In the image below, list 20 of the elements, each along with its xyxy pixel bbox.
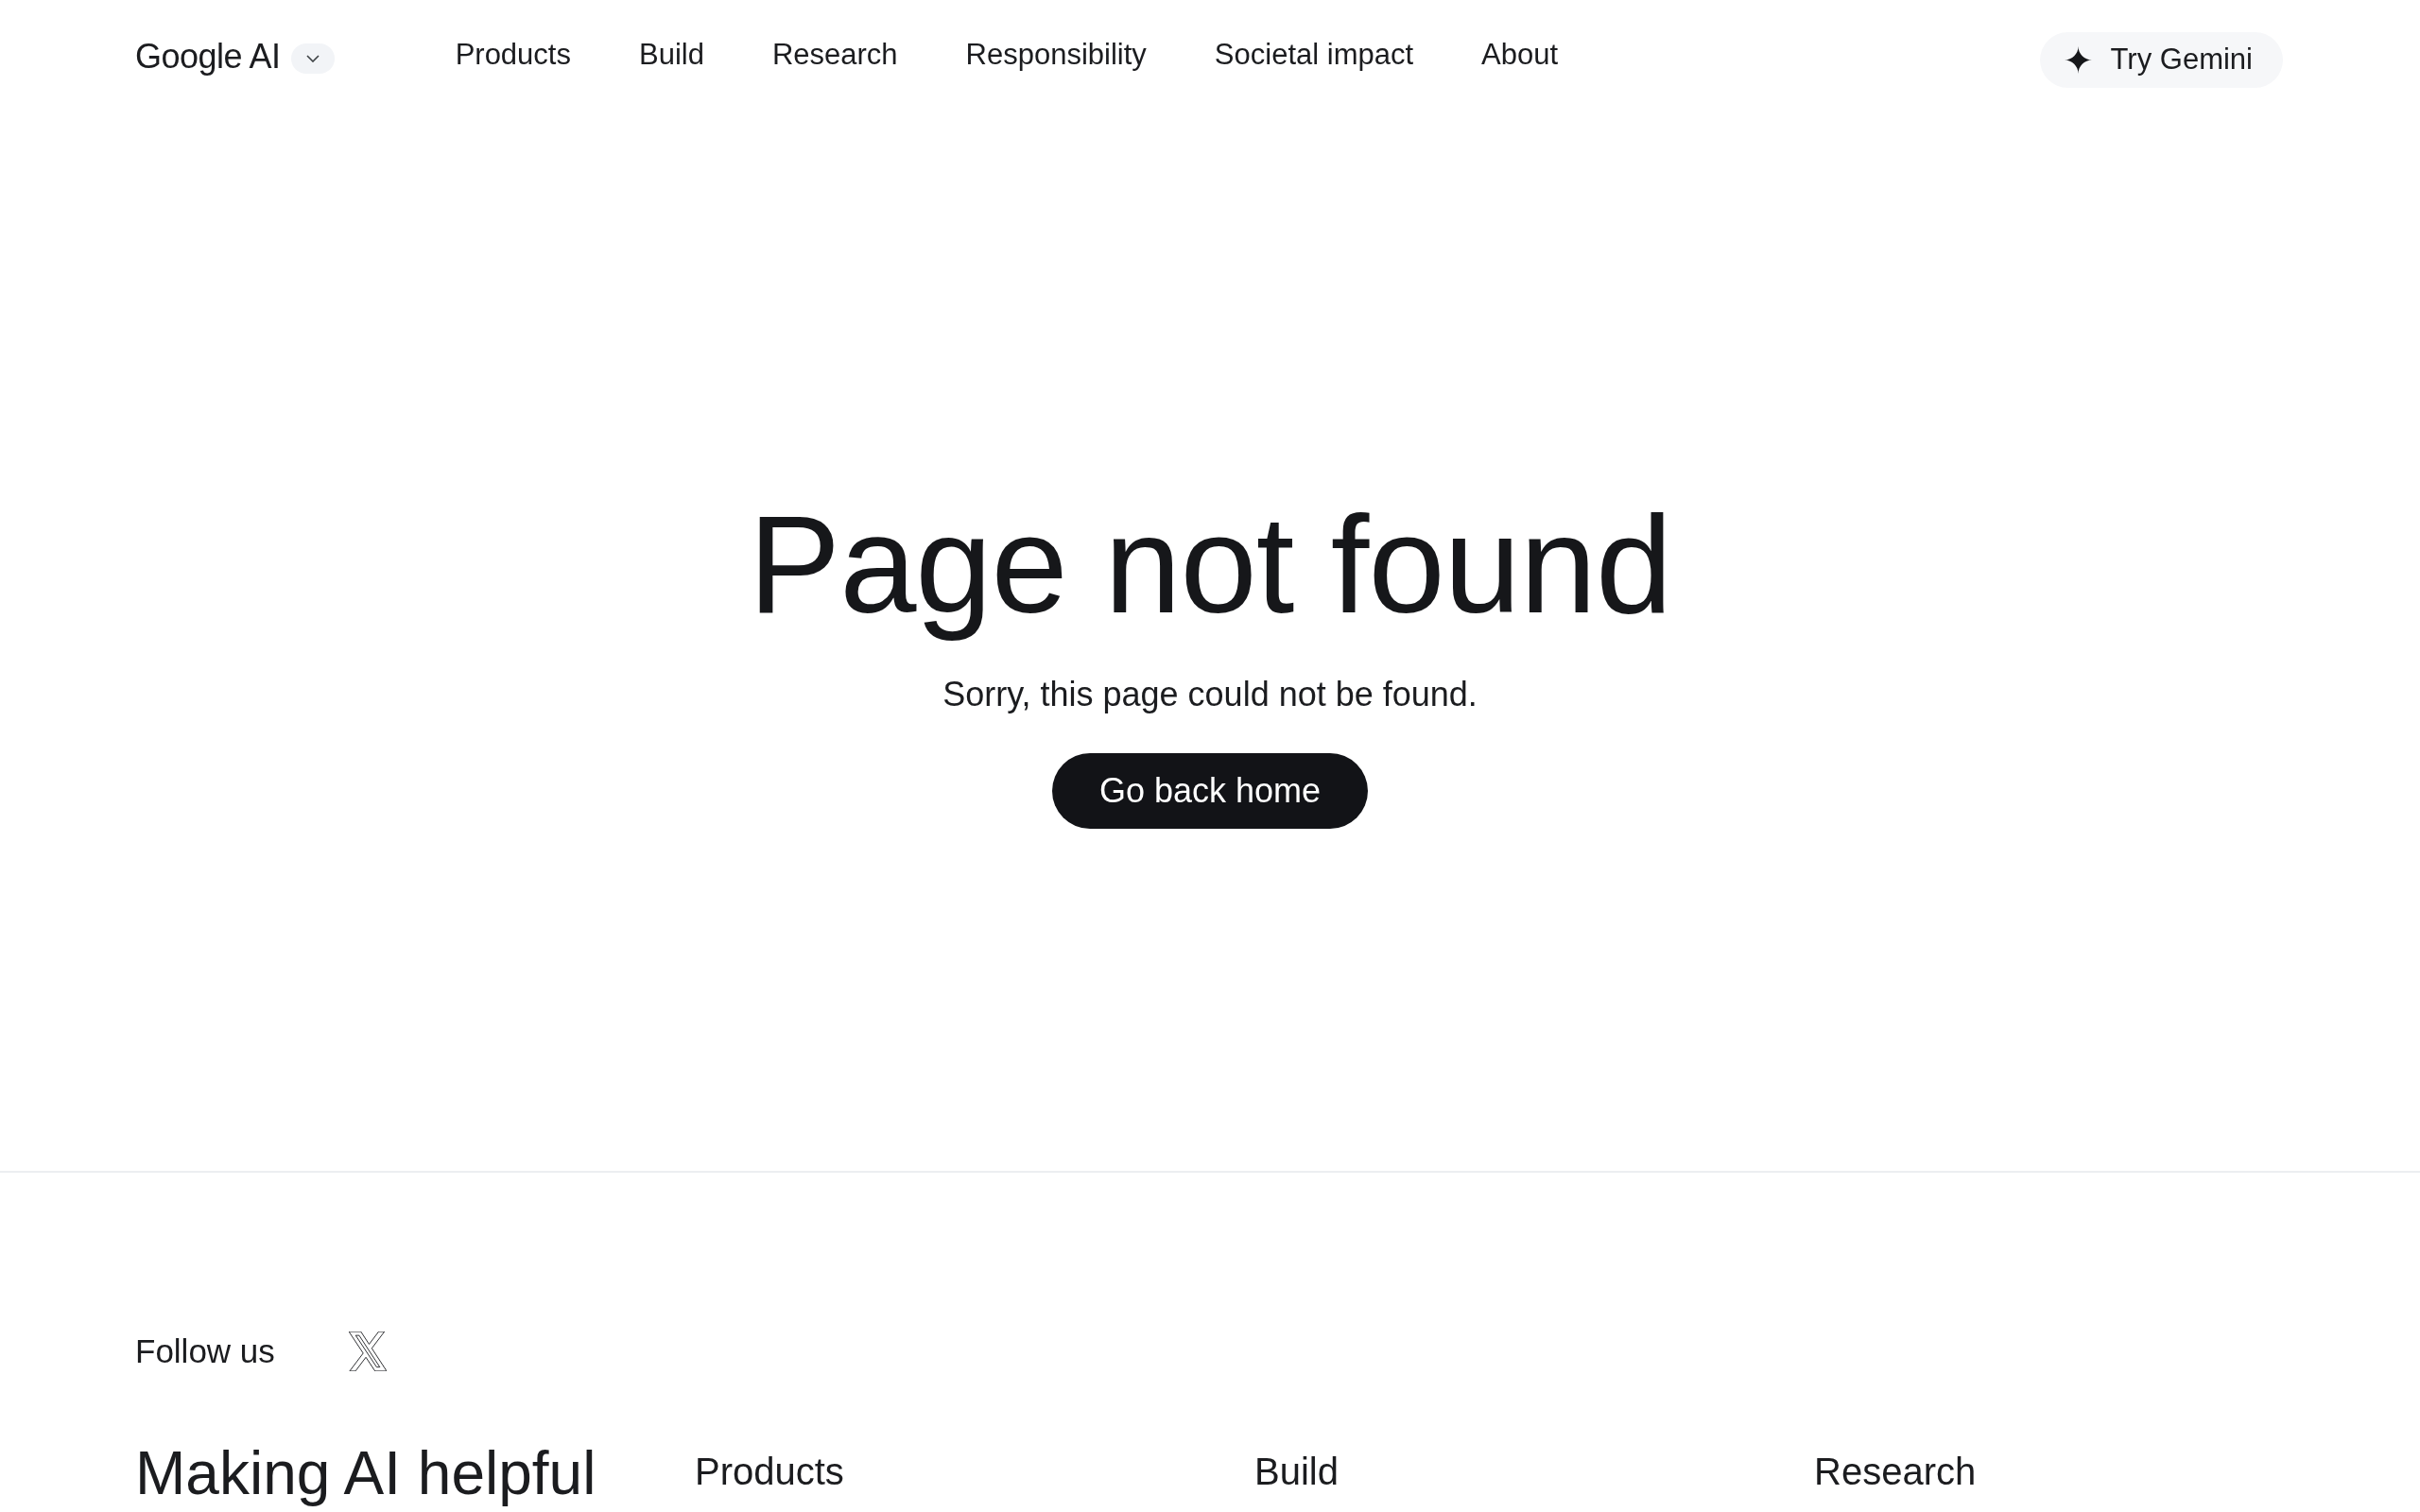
x-icon[interactable]	[348, 1332, 387, 1371]
nav-link[interactable]: Products	[455, 36, 571, 74]
footer-column-heading: Research	[1814, 1450, 1977, 1494]
follow-label: Follow us	[135, 1332, 275, 1371]
sparkle-icon	[2064, 45, 2092, 74]
footer-tagline: Making AI helpful	[135, 1438, 596, 1508]
home-button[interactable]: Go back home	[1051, 753, 1369, 829]
footer-column-heading: Build	[1254, 1450, 1339, 1494]
nav-link[interactable]: Responsibility	[965, 36, 1147, 74]
site-logo[interactable]: Google AI	[135, 36, 281, 77]
nav-link[interactable]: About	[1481, 36, 1559, 74]
dropdown-button[interactable]	[290, 43, 335, 74]
nav-link[interactable]: Societal impact	[1214, 36, 1414, 74]
footer-column-heading: Products	[695, 1450, 844, 1494]
error-message: Sorry, this page could not be found.	[942, 674, 1478, 715]
page-title: Page not found	[748, 487, 1672, 644]
nav-link[interactable]: Build	[638, 36, 704, 74]
cta-button[interactable]: Try Gemini	[2039, 31, 2283, 88]
caret-icon	[305, 55, 320, 62]
nav-link[interactable]: Research	[771, 36, 898, 74]
